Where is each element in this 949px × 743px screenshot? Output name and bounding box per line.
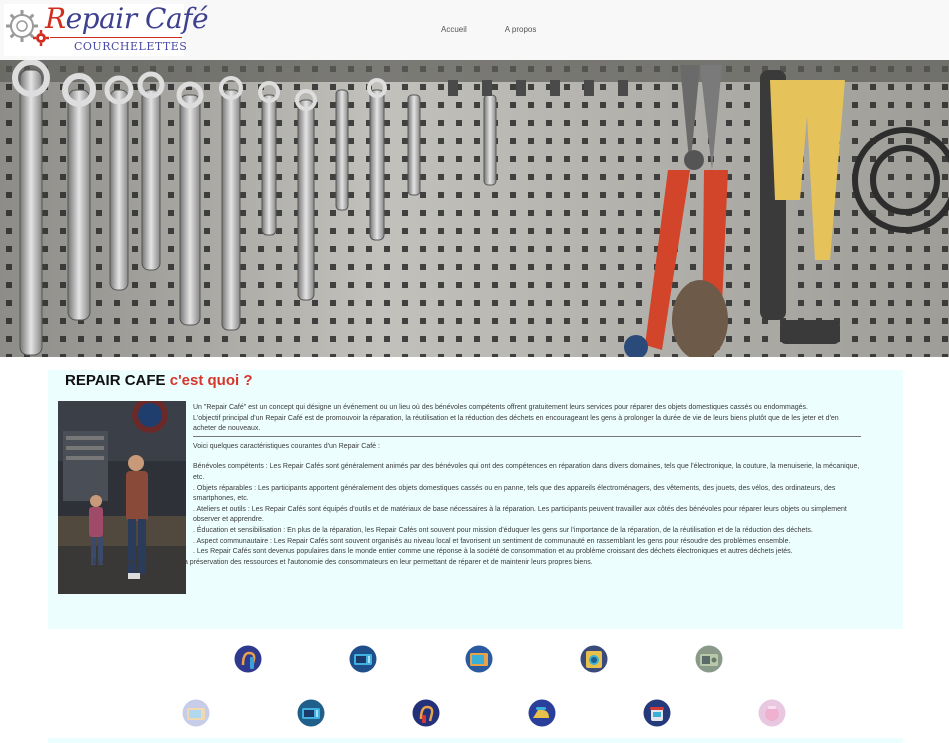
logo-subtitle: COURCHELETTES xyxy=(74,40,188,53)
nav-a-propos[interactable]: A propos xyxy=(505,25,537,34)
feature-item: Bénévoles compétents : Les Repair Cafés … xyxy=(193,463,860,481)
feature-item: . Objets réparables : Les participants a… xyxy=(193,484,836,503)
washing-machine-icon[interactable] xyxy=(580,645,608,673)
nav-accueil[interactable]: Accueil xyxy=(441,25,467,34)
television-icon[interactable] xyxy=(465,645,493,673)
logo-title: Repair Café xyxy=(45,2,209,35)
pressure-cooker-icon[interactable] xyxy=(643,699,671,727)
logo-divider xyxy=(50,37,182,38)
divider xyxy=(193,435,861,437)
main-nav: Accueil A propos xyxy=(441,25,574,34)
next-section-card xyxy=(48,738,903,743)
hairdryer-icon-2[interactable] xyxy=(412,699,440,727)
hairdryer-icon[interactable] xyxy=(234,645,262,673)
feature-item: . Aspect communautaire : Les Repair Café… xyxy=(193,537,791,545)
feature-item: . Ateliers et outils : Les Repair Cafés … xyxy=(193,505,847,524)
list-intro: Voici quelques caractéristiques courante… xyxy=(193,442,380,450)
page-heading: REPAIR CAFE c'est quoi ? xyxy=(65,372,253,389)
article-body: Un "Repair Café" est un concept qui dési… xyxy=(89,403,861,568)
hero-banner-tools-image xyxy=(0,60,949,357)
microwave-icon[interactable] xyxy=(349,645,377,673)
intro-paragraph-1: Un "Repair Café" est un concept qui dési… xyxy=(193,404,808,411)
tv-faded-icon[interactable] xyxy=(182,699,210,727)
kettle-faded-icon[interactable] xyxy=(758,699,786,727)
closing-paragraph: . Ils encouragent la durabilité, la prés… xyxy=(89,558,593,566)
radio-icon[interactable] xyxy=(695,645,723,673)
feature-item: . Les Repair Cafés sont devenus populair… xyxy=(193,548,793,556)
site-header: Repair Café COURCHELETTES Accueil A propo… xyxy=(0,0,949,60)
intro-paragraph-2: L'objectif principal d'un Repair Café es… xyxy=(193,414,839,433)
site-logo[interactable]: Repair Café COURCHELETTES xyxy=(4,2,209,56)
feature-item: . Éducation et sensibilisation : En plus… xyxy=(193,526,813,534)
microwave-icon-2[interactable] xyxy=(297,699,325,727)
iron-icon[interactable] xyxy=(528,699,556,727)
